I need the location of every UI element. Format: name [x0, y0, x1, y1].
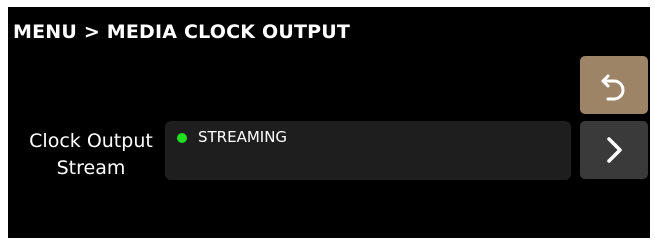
label-line-2: Stream	[56, 157, 126, 179]
menu-screen: MENU > MEDIA CLOCK OUTPUT Clock Output S…	[8, 7, 650, 238]
clock-output-stream-label: Clock Output Stream	[16, 128, 166, 182]
back-button[interactable]	[580, 56, 648, 114]
label-line-1: Clock Output	[29, 130, 153, 152]
page-title: MENU > MEDIA CLOCK OUTPUT	[13, 21, 351, 43]
status-indicator-dot	[177, 133, 187, 143]
chevron-right-icon	[607, 137, 622, 163]
undo-arrow-icon	[601, 74, 625, 101]
next-button[interactable]	[580, 121, 648, 179]
clock-output-stream-value[interactable]: STREAMING	[165, 121, 571, 180]
status-text: STREAMING	[198, 128, 288, 146]
